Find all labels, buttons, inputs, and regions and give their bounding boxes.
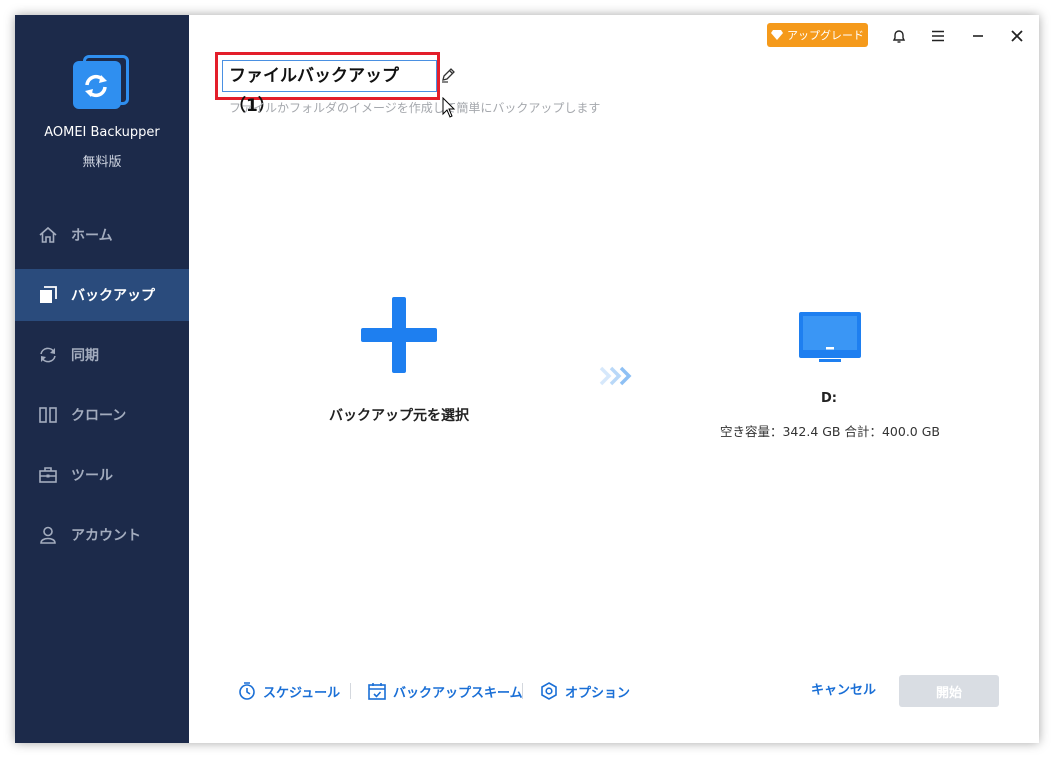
close-icon[interactable]: [1006, 25, 1028, 47]
destination-drive[interactable]: D:: [749, 391, 909, 406]
app-edition: 無料版: [82, 155, 122, 170]
menu-icon[interactable]: [927, 25, 949, 47]
mouse-cursor-icon: [442, 97, 456, 118]
pencil-icon[interactable]: [440, 67, 456, 83]
divider: [350, 683, 351, 699]
app-name: AOMEI Backupper: [44, 125, 160, 140]
source-label[interactable]: バックアップ元を選択: [289, 405, 509, 425]
calendar-check-icon: [368, 683, 386, 700]
sidebar-item-clone[interactable]: クローン: [15, 389, 189, 441]
schedule-label: スケジュール: [263, 685, 341, 701]
sidebar-item-label: ツール: [71, 468, 113, 484]
user-icon: [38, 525, 58, 545]
sidebar-item-tools[interactable]: ツール: [15, 449, 189, 501]
add-source-button[interactable]: [361, 297, 437, 373]
destination-capacity: 空き容量：342.4 GB 合計：400.0 GB: [719, 424, 940, 439]
backup-icon: [38, 285, 58, 305]
minimize-icon[interactable]: [967, 25, 989, 47]
sidebar-item-label: アカウント: [71, 528, 141, 544]
sidebar: AOMEI Backupper 無料版 ホーム バックアップ 同期 クローン ツ…: [15, 15, 189, 743]
sidebar-item-label: バックアップ: [71, 288, 155, 304]
clone-icon: [38, 405, 58, 425]
cancel-button[interactable]: キャンセル: [811, 680, 876, 702]
upgrade-label: アップグレード: [787, 29, 864, 42]
sync-icon: [38, 345, 58, 365]
task-name-input[interactable]: ファイルバックアップ（1）: [222, 60, 437, 116]
toolbox-icon: [38, 465, 58, 485]
divider: [522, 683, 523, 699]
options-button[interactable]: オプション: [539, 680, 630, 702]
chevrons-right-icon: [599, 366, 632, 386]
sidebar-item-label: クローン: [71, 408, 127, 424]
app-logo: [71, 53, 133, 113]
app-window: AOMEI Backupper 無料版 ホーム バックアップ 同期 クローン ツ…: [15, 15, 1039, 743]
start-button[interactable]: 開始: [899, 675, 999, 707]
bell-icon[interactable]: [888, 25, 910, 47]
main-content: アップグレード ファイルバックアップ（1） ファイルかフォルダのイメージを作成し…: [189, 15, 1039, 743]
timer-icon: [239, 682, 255, 700]
upgrade-button[interactable]: アップグレード: [767, 23, 868, 47]
sidebar-item-sync[interactable]: 同期: [15, 329, 189, 381]
task-description: ファイルかフォルダのイメージを作成して簡単にバックアップします: [229, 101, 601, 115]
schedule-button[interactable]: スケジュール: [237, 680, 340, 702]
diamond-icon: [771, 30, 783, 40]
settings-hex-icon: [541, 682, 557, 700]
backup-scheme-button[interactable]: バックアップスキーム: [367, 680, 523, 702]
sidebar-item-account[interactable]: アカウント: [15, 509, 189, 561]
home-icon: [38, 225, 58, 245]
sidebar-item-label: ホーム: [71, 228, 113, 244]
backup-scheme-label: バックアップスキーム: [393, 685, 523, 701]
sidebar-item-backup[interactable]: バックアップ: [15, 269, 189, 321]
options-label: オプション: [565, 685, 631, 701]
sidebar-item-home[interactable]: ホーム: [15, 209, 189, 261]
monitor-icon[interactable]: [799, 312, 861, 364]
sidebar-item-label: 同期: [71, 348, 99, 364]
